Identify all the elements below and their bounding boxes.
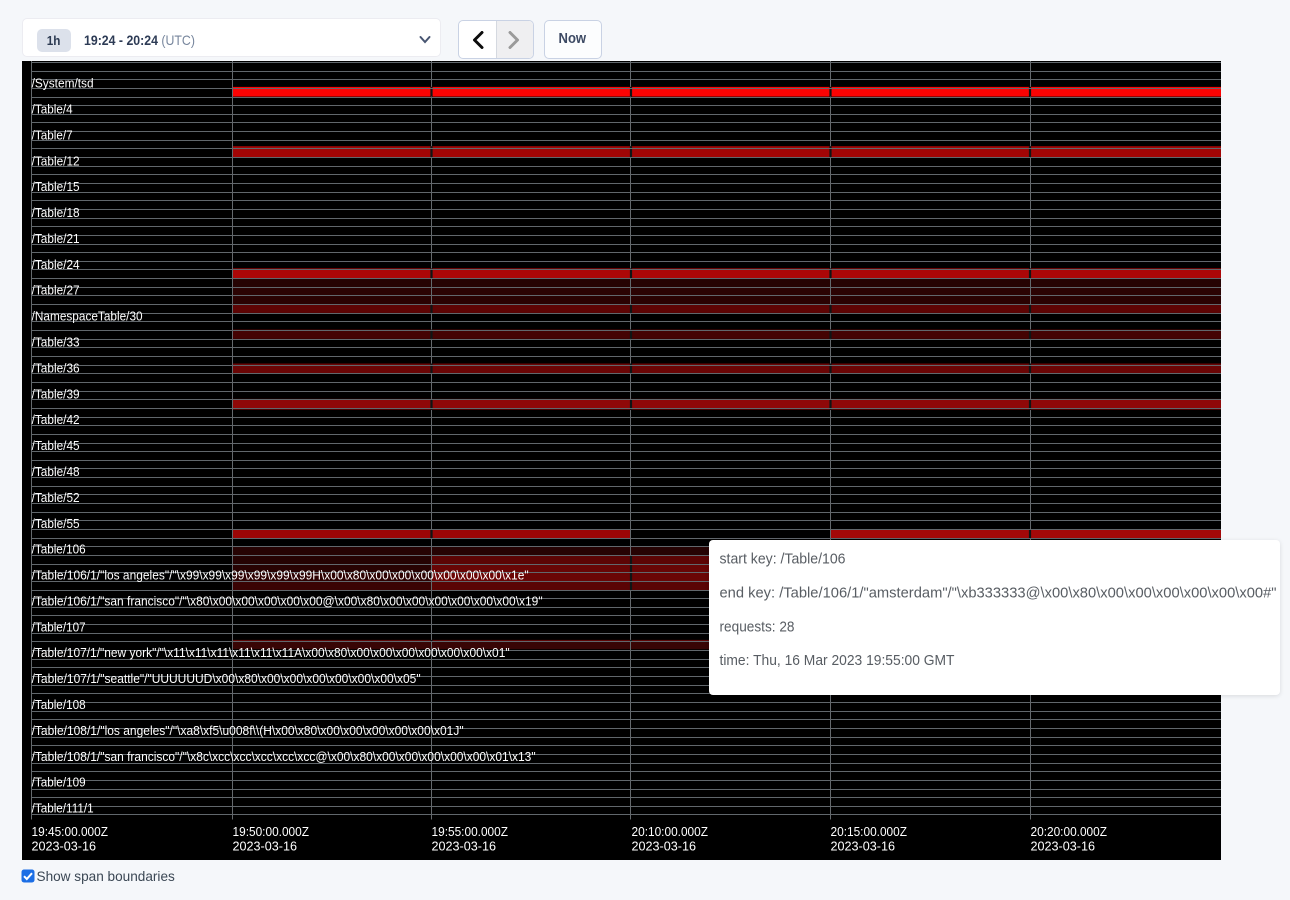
svg-text:start key: /Table/106: start key: /Table/106 [719, 550, 845, 567]
svg-text:2023-03-16: 2023-03-16 [1031, 838, 1096, 853]
svg-text:/Table/52: /Table/52 [32, 490, 80, 505]
svg-text:/Table/107: /Table/107 [32, 619, 86, 634]
svg-text:2023-03-16: 2023-03-16 [233, 838, 298, 853]
svg-text:/Table/106: /Table/106 [32, 542, 86, 557]
svg-text:/Table/39: /Table/39 [32, 386, 80, 401]
svg-text:/Table/18: /Table/18 [32, 205, 80, 220]
svg-text:2023-03-16: 2023-03-16 [432, 838, 497, 853]
svg-text:/Table/24: /Table/24 [32, 257, 80, 272]
svg-text:/Table/106/1/"san francisco"/": /Table/106/1/"san francisco"/"\x80\x00\x… [32, 594, 543, 609]
svg-text:/Table/4: /Table/4 [32, 102, 73, 117]
svg-text:20:10:00.000Z: 20:10:00.000Z [632, 824, 709, 839]
svg-text:/Table/15: /Table/15 [32, 179, 80, 194]
svg-text:2023-03-16: 2023-03-16 [32, 838, 97, 853]
svg-text:time: Thu, 16 Mar 2023 19:55:0: time: Thu, 16 Mar 2023 19:55:00 GMT [719, 652, 954, 669]
svg-text:/Table/33: /Table/33 [32, 335, 80, 350]
svg-text:/NamespaceTable/30: /NamespaceTable/30 [32, 309, 143, 324]
svg-text:/Table/45: /Table/45 [32, 438, 80, 453]
svg-text:20:15:00.000Z: 20:15:00.000Z [831, 824, 908, 839]
svg-text:/Table/12: /Table/12 [32, 153, 80, 168]
svg-text:/Table/111/1: /Table/111/1 [32, 801, 94, 816]
svg-text:19:55:00.000Z: 19:55:00.000Z [432, 824, 509, 839]
svg-text:/Table/107/1/"seattle"/"UUUUUU: /Table/107/1/"seattle"/"UUUUUUD\x00\x80\… [32, 671, 421, 686]
svg-text:/Table/42: /Table/42 [32, 412, 80, 427]
svg-text:20:20:00.000Z: 20:20:00.000Z [1031, 824, 1108, 839]
svg-text:/Table/36: /Table/36 [32, 360, 80, 375]
svg-text:/Table/108/1/"san francisco"/": /Table/108/1/"san francisco"/"\x8c\xcc\x… [32, 749, 536, 764]
svg-text:/Table/48: /Table/48 [32, 464, 80, 479]
svg-text:end key: /Table/106/1/"amsterd: end key: /Table/106/1/"amsterdam"/"\xb33… [719, 584, 1276, 601]
svg-text:19:50:00.000Z: 19:50:00.000Z [233, 824, 310, 839]
svg-text:/Table/27: /Table/27 [32, 283, 80, 298]
svg-text:/Table/107/1/"new york"/"\x11\: /Table/107/1/"new york"/"\x11\x11\x11\x1… [32, 645, 510, 660]
svg-text:/Table/106/1/"los angeles"/"\x: /Table/106/1/"los angeles"/"\x99\x99\x99… [32, 568, 529, 583]
svg-text:requests: 28: requests: 28 [719, 618, 794, 635]
svg-text:/Table/21: /Table/21 [32, 231, 80, 246]
svg-text:2023-03-16: 2023-03-16 [632, 838, 697, 853]
svg-text:/Table/108/1/"los angeles"/"\x: /Table/108/1/"los angeles"/"\xa8\xf5\u00… [32, 723, 464, 738]
svg-text:/Table/55: /Table/55 [32, 516, 80, 531]
svg-text:/System/tsd: /System/tsd [32, 76, 94, 91]
svg-text:19:45:00.000Z: 19:45:00.000Z [32, 824, 109, 839]
svg-text:/Table/108: /Table/108 [32, 697, 86, 712]
svg-text:2023-03-16: 2023-03-16 [831, 838, 896, 853]
svg-text:/Table/7: /Table/7 [32, 127, 73, 142]
svg-text:/Table/109: /Table/109 [32, 775, 86, 790]
